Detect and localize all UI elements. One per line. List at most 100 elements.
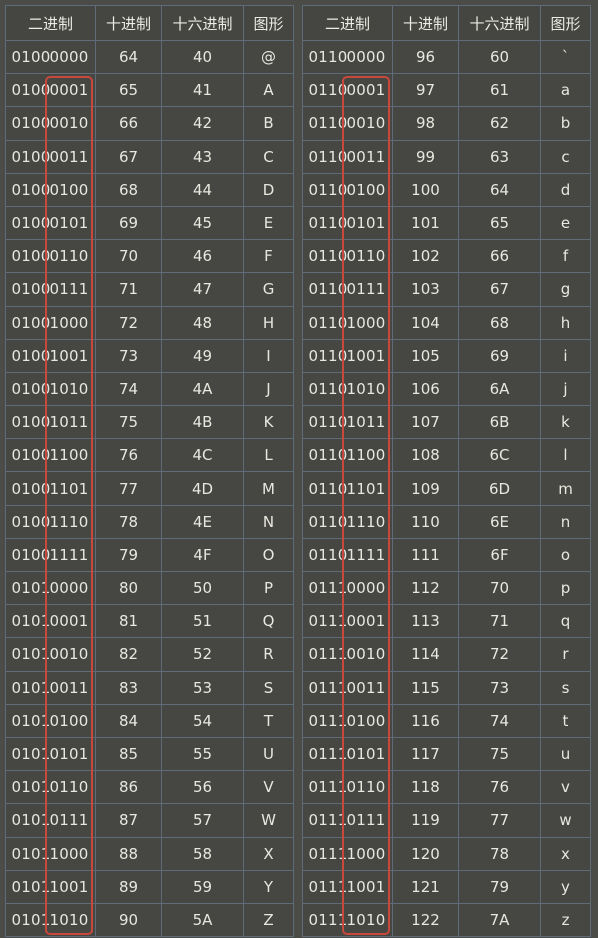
binary-high-nibble: 0101: [11, 745, 51, 764]
binary-low-nibble: 1110: [49, 512, 89, 531]
hex-cell: 59: [161, 869, 244, 904]
binary-low-nibble: 0000: [346, 579, 386, 598]
glyph-cell: p: [540, 570, 591, 606]
decimal-cell: 70: [95, 239, 162, 274]
table-row: 01001110 78 4E N: [5, 504, 294, 539]
glyph-cell: F: [243, 239, 294, 274]
binary-cell: 01100010: [302, 106, 393, 141]
table-row: 01110110 118 76 v: [302, 770, 591, 805]
decimal-cell: 82: [95, 637, 162, 672]
table-body-lowercase: 01100000 96 60 ` 01100001 97 61 a 01100010 98 62 b 0…: [302, 39, 591, 938]
binary-high-nibble: 0110: [308, 280, 348, 299]
binary-high-nibble: 0100: [11, 214, 51, 233]
glyph-cell: y: [540, 869, 591, 904]
table-row: 01010010 82 52 R: [5, 637, 294, 672]
decimal-cell: 99: [392, 139, 459, 174]
glyph-cell: Q: [243, 604, 294, 639]
hex-cell: 4E: [161, 504, 244, 539]
decimal-cell: 119: [392, 803, 459, 838]
binary-cell: 01011001: [5, 869, 96, 904]
binary-cell: 01101000: [302, 305, 393, 340]
binary-high-nibble: 0111: [308, 877, 348, 896]
hex-cell: 52: [161, 637, 244, 672]
binary-low-nibble: 0101: [49, 745, 89, 764]
glyph-cell: D: [243, 172, 294, 207]
glyph-cell: @: [243, 39, 294, 75]
glyph-cell: Z: [243, 902, 294, 938]
glyph-cell: B: [243, 106, 294, 141]
glyph-cell: b: [540, 106, 591, 141]
glyph-cell: X: [243, 836, 294, 871]
table-row: 01001100 76 4C L: [5, 438, 294, 473]
binary-high-nibble: 0101: [11, 678, 51, 697]
glyph-cell: C: [243, 139, 294, 174]
hex-cell: 68: [458, 305, 541, 340]
decimal-cell: 117: [392, 736, 459, 772]
glyph-cell: G: [243, 272, 294, 307]
glyph-cell: d: [540, 172, 591, 207]
binary-cell: 01010100: [5, 703, 96, 738]
table-row: 01010111 87 57 W: [5, 803, 294, 838]
glyph-cell: U: [243, 736, 294, 772]
glyph-cell: z: [540, 902, 591, 938]
binary-cell: 01010111: [5, 803, 96, 838]
binary-cell: 01110101: [302, 736, 393, 772]
glyph-cell: T: [243, 703, 294, 738]
table-row: 01100100 100 64 d: [302, 172, 591, 207]
binary-cell: 01000111: [5, 272, 96, 307]
binary-high-nibble: 0100: [11, 479, 51, 498]
decimal-cell: 122: [392, 902, 459, 938]
binary-low-nibble: 1111: [346, 545, 386, 564]
binary-high-nibble: 0100: [11, 446, 51, 465]
glyph-cell: t: [540, 703, 591, 738]
binary-low-nibble: 0001: [346, 612, 386, 631]
decimal-cell: 120: [392, 836, 459, 871]
glyph-cell: N: [243, 504, 294, 539]
decimal-cell: 76: [95, 438, 162, 473]
hex-cell: 61: [458, 73, 541, 108]
glyph-cell: l: [540, 438, 591, 473]
header-decimal: 十进制: [392, 5, 459, 41]
glyph-cell: u: [540, 736, 591, 772]
glyph-cell: H: [243, 305, 294, 340]
hex-cell: 72: [458, 637, 541, 672]
binary-cell: 01010110: [5, 770, 96, 805]
binary-low-nibble: 0100: [49, 180, 89, 199]
hex-cell: 51: [161, 604, 244, 639]
glyph-cell: A: [243, 73, 294, 108]
table-row: 01101111 111 6F o: [302, 537, 591, 573]
binary-high-nibble: 0111: [308, 844, 348, 863]
table-row: 01010011 83 53 S: [5, 670, 294, 705]
binary-cell: 01111001: [302, 869, 393, 904]
binary-low-nibble: 1100: [346, 446, 386, 465]
decimal-cell: 114: [392, 637, 459, 672]
binary-cell: 01110010: [302, 637, 393, 672]
binary-low-nibble: 1000: [346, 313, 386, 332]
hex-cell: 49: [161, 338, 244, 373]
binary-high-nibble: 0111: [308, 612, 348, 631]
header-decimal: 十进制: [95, 5, 162, 41]
hex-cell: 40: [161, 39, 244, 75]
table-body-uppercase: 01000000 64 40 @01000001 65 41 A 01000010 66 42 B 0…: [5, 39, 294, 938]
binary-high-nibble: 0110: [308, 247, 348, 266]
binary-cell: 01011000: [5, 836, 96, 871]
hex-cell: 45: [161, 205, 244, 241]
binary-high-nibble: 0101: [11, 778, 51, 797]
decimal-cell: 84: [95, 703, 162, 738]
table-row: 01111010 122 7A z: [302, 902, 591, 938]
decimal-cell: 101: [392, 205, 459, 241]
glyph-cell: a: [540, 73, 591, 108]
decimal-cell: 108: [392, 438, 459, 473]
binary-high-nibble: 0100: [11, 280, 51, 299]
binary-cell: 01100001: [302, 73, 393, 108]
binary-high-nibble: 0110: [308, 180, 348, 199]
glyph-cell: r: [540, 637, 591, 672]
binary-cell: 01001001: [5, 338, 96, 373]
table-row: 01011010 90 5A Z: [5, 902, 294, 938]
binary-low-nibble: 1001: [49, 346, 89, 365]
binary-low-nibble: 1000: [346, 844, 386, 863]
hex-cell: 55: [161, 736, 244, 772]
decimal-cell: 64: [95, 39, 162, 75]
header-row: 二进制 十进制 十六进制 图形: [302, 5, 591, 41]
table-row: 01000001 65 41 A: [5, 73, 294, 108]
